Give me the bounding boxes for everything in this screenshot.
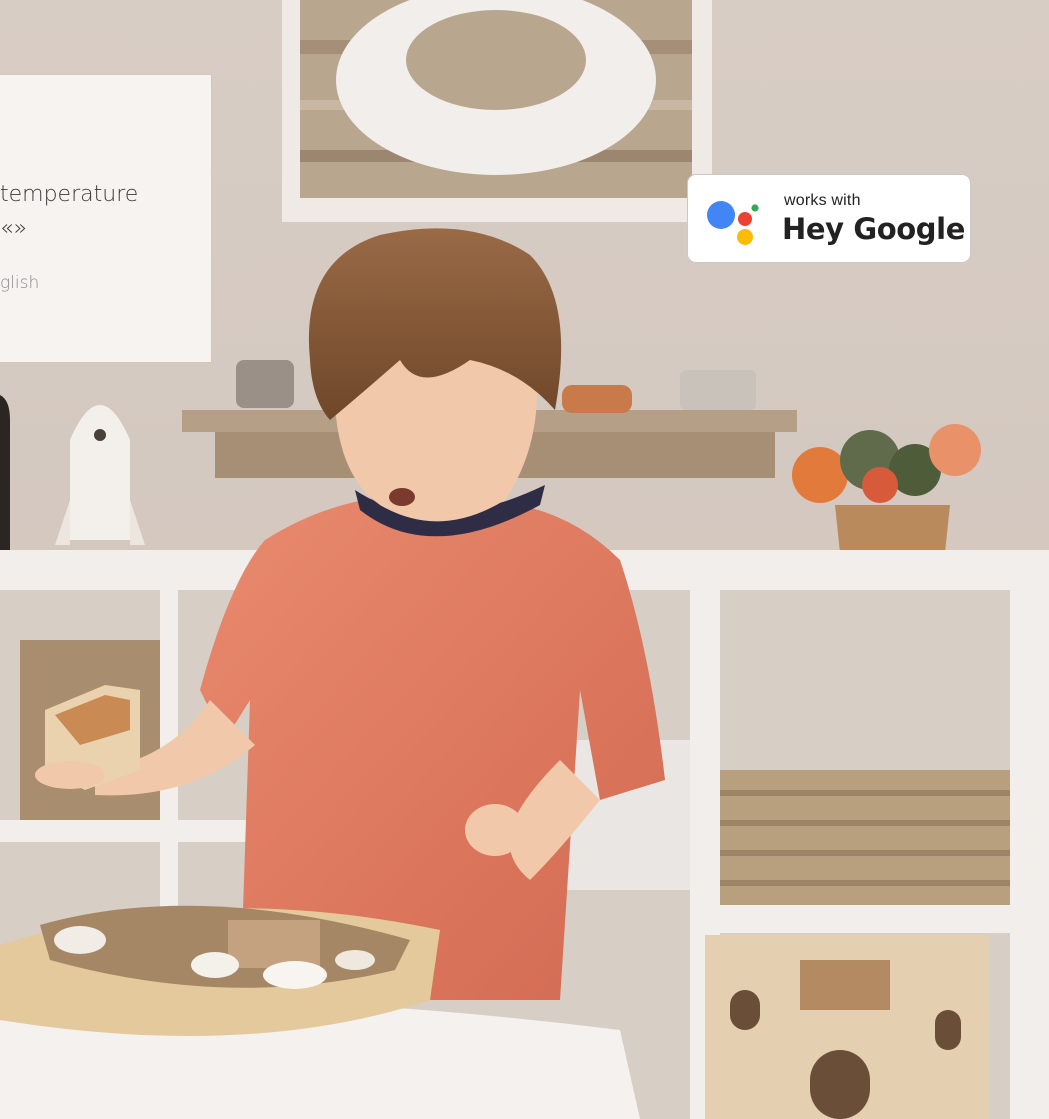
language-label: glish	[0, 273, 40, 293]
works-with-label: works with	[784, 192, 861, 209]
works-with-hey-google-badge: works with Hey Google	[687, 174, 971, 263]
google-assistant-icon	[707, 201, 759, 245]
command-text-line1: temperature	[0, 182, 139, 207]
command-text-line2: «»	[0, 216, 27, 241]
hey-google-label: Hey Google	[782, 212, 965, 246]
voice-command-card: temperature «» glish	[0, 75, 211, 362]
wall-frame	[282, 0, 712, 222]
